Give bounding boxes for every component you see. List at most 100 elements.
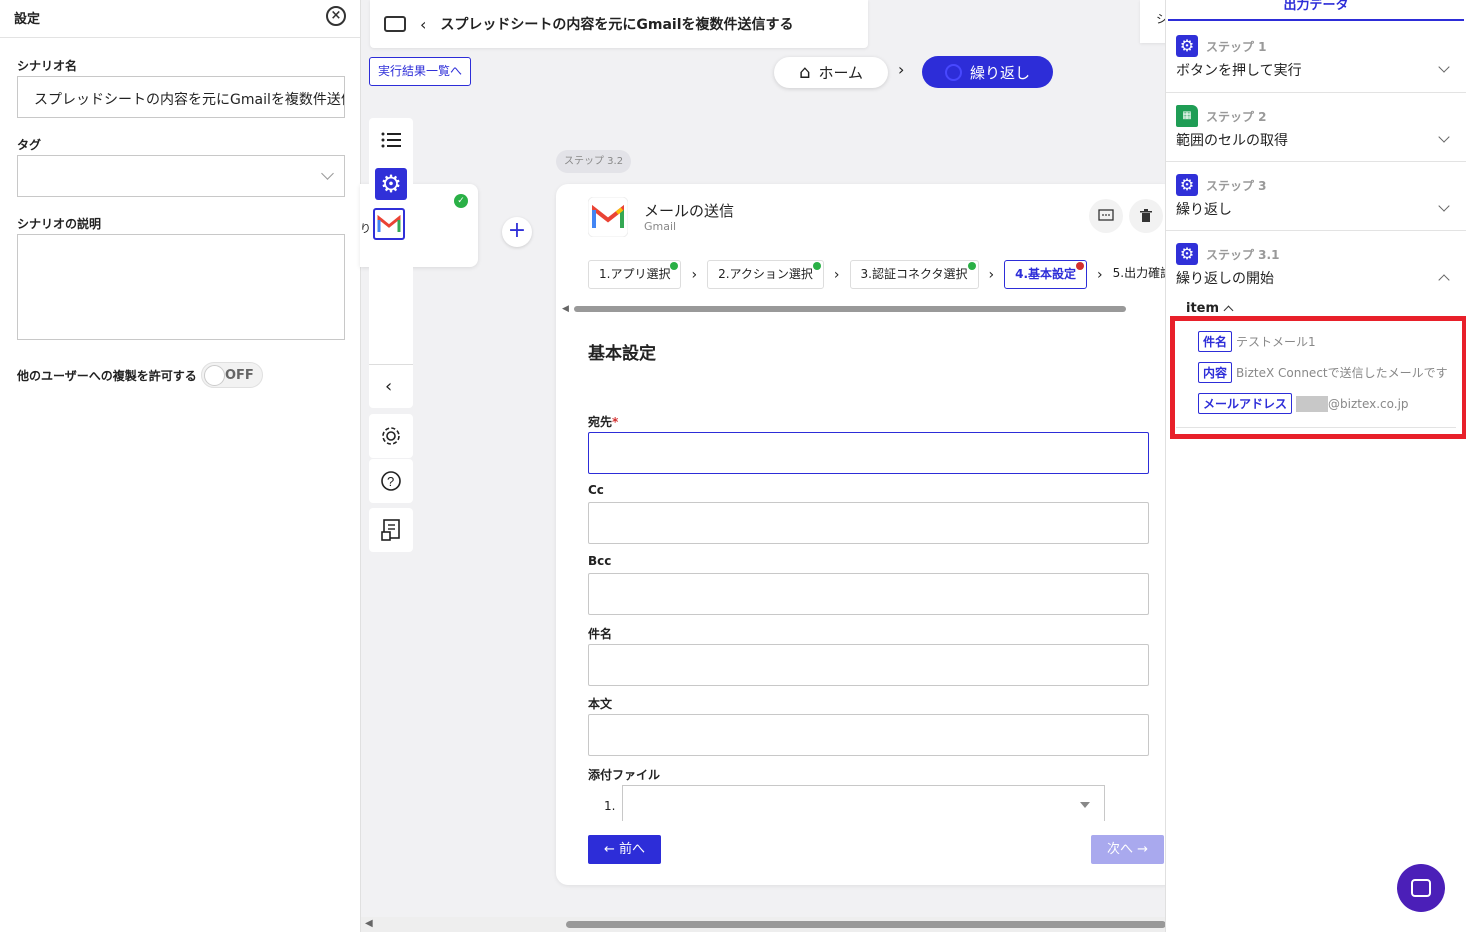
item-group[interactable]: item xyxy=(1186,301,1234,316)
step-name: 繰り返し xyxy=(1176,202,1232,218)
settings-header: 設定 × xyxy=(0,0,360,38)
check-icon: ✓ xyxy=(454,194,468,208)
done-icon xyxy=(812,262,821,270)
chevron-up-icon xyxy=(1223,305,1234,316)
chevron-up-icon[interactable] xyxy=(1438,274,1450,286)
next-button[interactable]: 次へ → xyxy=(1091,835,1164,864)
chevron-right-icon: › xyxy=(898,60,905,79)
gear-step-icon[interactable]: ⚙ xyxy=(375,168,407,200)
tab-action-select[interactable]: 2.アクション選択 xyxy=(707,260,824,289)
sheets-icon: ▦ xyxy=(1176,105,1198,127)
app-name: Gmail xyxy=(644,220,677,233)
tab-app-select[interactable]: 1.アプリ選択 xyxy=(588,260,682,289)
gear-icon: ⚙ xyxy=(1176,243,1198,265)
step-number: ステップ 3.1 xyxy=(1206,247,1280,262)
output-data-panel: 出力データ ⚙ ステップ 1 ボタンを押して実行 ▦ ステップ 2 範囲のセルの取得… xyxy=(1165,0,1466,932)
output-step-2[interactable]: ▦ ステップ 2 範囲のセルの取得 xyxy=(1166,93,1466,162)
close-icon[interactable]: × xyxy=(326,6,346,26)
loop-icon xyxy=(944,63,962,81)
trash-icon[interactable] xyxy=(1129,199,1163,233)
chevron-right-icon: › xyxy=(1097,266,1103,283)
output-key: 内容 xyxy=(1198,362,1233,383)
canvas-scrollbar[interactable]: ◀ xyxy=(361,917,1166,932)
tag-select[interactable] xyxy=(17,155,345,197)
list-icon[interactable] xyxy=(381,132,401,152)
description-textarea[interactable] xyxy=(17,234,345,340)
cc-input[interactable] xyxy=(588,502,1149,544)
chevron-down-icon[interactable] xyxy=(1438,131,1450,143)
to-input[interactable] xyxy=(588,432,1149,474)
back-icon[interactable]: ‹ xyxy=(420,15,426,34)
to-label-text: 宛先 xyxy=(588,415,613,429)
copy-permission-toggle[interactable]: OFF xyxy=(200,362,263,388)
loop-button[interactable]: 繰り返し xyxy=(922,56,1053,88)
copy-permission-label: 他のユーザーへの複製を許可する xyxy=(17,368,197,383)
scroll-left-icon[interactable]: ◀ xyxy=(562,304,569,314)
tab-label: 3.認証コネクタ選択 xyxy=(860,267,968,281)
prev-button[interactable]: ← 前へ xyxy=(588,835,661,864)
tag-label: タグ xyxy=(17,138,42,152)
scenario-breadcrumb: ‹ スプレッドシートの内容を元にGmailを複数件送信する xyxy=(370,0,868,48)
help-icon[interactable]: ? xyxy=(369,459,413,503)
home-icon: ⌂ xyxy=(799,62,811,83)
tab-label: 1.アプリ選択 xyxy=(599,267,671,281)
tab-basic-settings[interactable]: 4.基本設定 xyxy=(1004,260,1088,289)
required-mark: * xyxy=(612,415,619,429)
chat-icon xyxy=(1411,879,1431,897)
chevron-right-icon: › xyxy=(988,266,995,283)
output-item-subject[interactable]: 件名 テストメール1 xyxy=(1198,331,1316,352)
output-value: テストメール1 xyxy=(1236,335,1316,349)
log-icon[interactable] xyxy=(369,508,413,552)
scrollbar-thumb[interactable] xyxy=(574,306,1126,312)
comment-icon[interactable] xyxy=(1089,199,1123,233)
attachment-select[interactable] xyxy=(622,785,1105,821)
gmail-step-icon[interactable] xyxy=(373,208,405,240)
output-value: @biztex.co.jp xyxy=(1328,396,1409,411)
gmail-icon xyxy=(587,196,629,238)
scroll-left-icon[interactable]: ◀ xyxy=(365,918,373,929)
chevron-down-icon[interactable] xyxy=(1438,61,1450,73)
gear-icon: ⚙ xyxy=(1176,174,1198,196)
done-icon xyxy=(670,262,679,270)
step-chip: ステップ 3.2 xyxy=(556,150,632,173)
chevron-down-icon[interactable] xyxy=(1438,200,1450,212)
collapse-left-icon[interactable]: ‹ xyxy=(385,376,392,397)
output-item-email[interactable]: メールアドレス @biztex.co.jp xyxy=(1198,393,1409,414)
description-label: シナリオの説明 xyxy=(17,217,102,231)
scenario-name-label: シナリオ名 xyxy=(17,59,78,73)
scrollbar-thumb[interactable] xyxy=(566,921,1166,928)
home-label: ホーム xyxy=(818,64,863,82)
results-list-button[interactable]: 実行結果一覧へ xyxy=(369,57,472,86)
settings-gear-icon[interactable] xyxy=(369,414,413,458)
chevron-right-icon: › xyxy=(691,266,698,283)
add-step-button[interactable]: + xyxy=(502,217,532,247)
tabs-scrollbar[interactable]: ◀ xyxy=(562,304,1132,314)
step-number: ステップ 3 xyxy=(1206,178,1267,193)
tab-connector-select[interactable]: 3.認証コネクタ選択 xyxy=(849,260,979,289)
redaction-mask xyxy=(1296,395,1329,412)
subject-label: 件名 xyxy=(588,627,613,641)
step-number: ステップ 2 xyxy=(1206,109,1267,124)
loop-label: 繰り返し xyxy=(969,63,1030,82)
divider xyxy=(1176,427,1456,428)
bcc-input[interactable] xyxy=(588,573,1149,615)
svg-text:?: ? xyxy=(387,474,394,489)
body-input[interactable] xyxy=(588,714,1149,756)
step-name: 範囲のセルの取得 xyxy=(1176,133,1288,149)
copy-permission-row: 他のユーザーへの複製を許可する OFF xyxy=(17,362,263,388)
body-label: 本文 xyxy=(588,697,613,711)
output-step-1[interactable]: ⚙ ステップ 1 ボタンを押して実行 xyxy=(1166,23,1466,93)
output-key: 件名 xyxy=(1198,331,1233,352)
home-button[interactable]: ⌂ ホーム xyxy=(774,57,888,88)
chat-support-button[interactable] xyxy=(1397,864,1445,912)
folder-icon[interactable] xyxy=(384,16,406,32)
step-name: ボタンを押して実行 xyxy=(1176,63,1302,79)
section-title: 基本設定 xyxy=(588,344,656,364)
output-item-content[interactable]: 内容 BizteX Connectで送信したメールです xyxy=(1198,362,1448,383)
scenario-name-input[interactable]: スプレッドシートの内容を元にGmailを複数件送信する xyxy=(17,76,345,118)
subject-input[interactable] xyxy=(588,644,1149,686)
cc-label: Cc xyxy=(588,483,604,497)
action-title: メールの送信 xyxy=(644,202,735,220)
output-step-3[interactable]: ⚙ ステップ 3 繰り返し xyxy=(1166,162,1466,231)
tab-label: 2.アクション選択 xyxy=(718,267,813,281)
